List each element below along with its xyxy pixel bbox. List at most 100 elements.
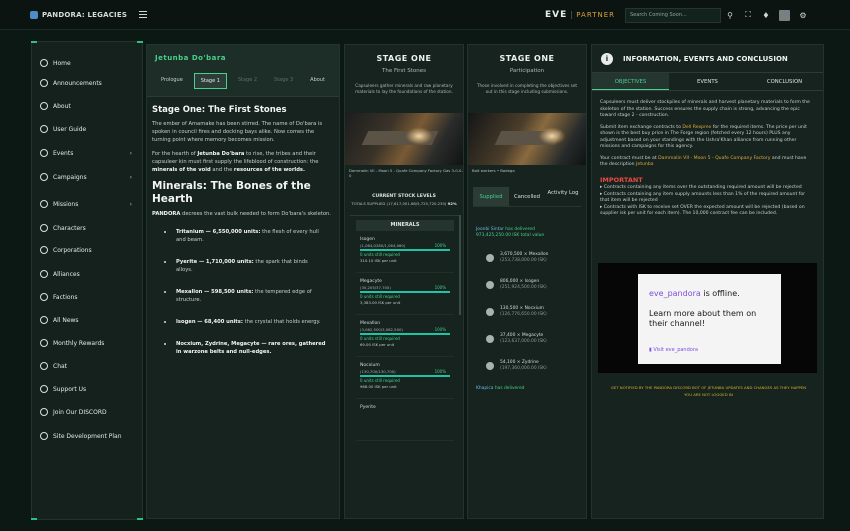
- station-image: [345, 113, 463, 165]
- news-icon: [40, 316, 48, 324]
- mineral-remaining: 0 units still required: [360, 378, 400, 383]
- menu-toggle-icon[interactable]: [139, 11, 148, 18]
- sidebar-item-characters[interactable]: Characters: [32, 219, 142, 237]
- search-input[interactable]: Search Coming Soon...: [625, 7, 721, 23]
- tab-events[interactable]: EVENTS: [669, 73, 746, 90]
- sidebar-item-label: Events: [53, 149, 74, 157]
- twitch-visit-link[interactable]: ▮ Visit eve_pandora: [649, 347, 698, 353]
- sidebar-item-announcements[interactable]: Announcements: [32, 74, 142, 92]
- sidebar-item-user-guide[interactable]: User Guide: [32, 120, 142, 138]
- tab-about[interactable]: About: [304, 73, 331, 89]
- twitch-embed[interactable]: eve_pandora is offline. Learn more about…: [598, 263, 817, 373]
- sidebar-item-campaigns[interactable]: Campaigns ›: [32, 168, 142, 186]
- mineral-quantity: (30,205/37,700): [360, 285, 391, 290]
- flag-icon: [40, 173, 48, 181]
- partner-label: PARTNER: [571, 11, 615, 19]
- minerals-table[interactable]: MINERALS Isogen (1,064,0280/1,064,060) 100…: [350, 215, 460, 515]
- info-tabs: OBJECTIVES EVENTS CONCLUSION: [592, 73, 823, 91]
- sidebar-item-label: Corporations: [53, 246, 92, 254]
- list-item: Nocxium, Zydrine, Megacyte — rare ores, …: [152, 340, 334, 356]
- mineral-row: Pyerite: [356, 399, 454, 441]
- tab-conclusion[interactable]: CONCLUSION: [746, 73, 823, 90]
- tab-prologue[interactable]: Prologue: [155, 73, 189, 89]
- mineral-name: Mexallon: [360, 321, 381, 326]
- sidebar-item-about[interactable]: About: [32, 97, 142, 115]
- sidebar-item-monthly-rewards[interactable]: Monthly Rewards: [32, 334, 142, 352]
- objectives-paragraph-1: Capsuleers must deliver stockpiles of mi…: [600, 100, 810, 118]
- sidebar-item-missions[interactable]: Missions ›: [32, 195, 142, 213]
- sidebar-item-support-us[interactable]: Support Us: [32, 380, 142, 398]
- mineral-percent: 100%: [434, 369, 446, 374]
- rule-item: ▸ Contracts containing any item supply a…: [600, 191, 806, 204]
- list-item: Isogen — 68,400 units: the crystal that …: [152, 318, 334, 326]
- sidebar-item-corporations[interactable]: Corporations: [32, 241, 142, 259]
- info-title: INFORMATION, EVENTS AND CONCLUSION: [623, 54, 788, 63]
- stock-title: CURRENT STOCK LEVELS: [372, 194, 436, 199]
- tab-supplied[interactable]: Supplied: [473, 187, 509, 206]
- mineral-quantity: (130,700/130,700): [360, 369, 396, 374]
- story-paragraph-2: For the hearth of Jetunba Do'bara to ris…: [152, 151, 319, 173]
- tab-objectives[interactable]: OBJECTIVES: [592, 73, 669, 90]
- calendar-icon: [40, 149, 48, 157]
- building-icon: [40, 246, 48, 254]
- stock-summary: TOTALS SUPPLIED (17,617,001.68/5,725,720…: [351, 201, 457, 206]
- minerals-heading: Minerals: The Bones of the Hearth: [152, 180, 311, 205]
- twitch-offline-card: eve_pandora is offline. Learn more about…: [638, 274, 781, 364]
- sidebar-item-chat[interactable]: Chat: [32, 357, 142, 375]
- brand-title: PANDORA: LEGACIES: [42, 10, 128, 19]
- eve-logo: EVE: [545, 10, 568, 20]
- search-icon[interactable]: ⚲: [721, 0, 739, 30]
- chevron-right-icon: ›: [129, 149, 132, 157]
- mineral-name: Nocxium: [360, 363, 380, 368]
- sidebar-item-events[interactable]: Events ›: [32, 144, 142, 162]
- chat-icon: [40, 362, 48, 370]
- sidebar-item-label: About: [53, 102, 71, 110]
- sidebar-item-label: Monthly Rewards: [53, 339, 105, 347]
- scrollbar[interactable]: [459, 215, 461, 315]
- sidebar-item-home[interactable]: Home: [32, 54, 142, 72]
- tab-stage-3[interactable]: Stage 3: [268, 73, 299, 89]
- bell-icon[interactable]: ♦: [757, 0, 775, 30]
- brand[interactable]: PANDORA: LEGACIES: [30, 10, 128, 19]
- tab-cancelled[interactable]: Cancelled: [509, 187, 545, 206]
- twitch-message: Learn more about them on their channel!: [649, 309, 757, 328]
- sidebar-item-label: Factions: [53, 293, 78, 301]
- fullscreen-icon[interactable]: ⛶: [739, 0, 757, 30]
- list-item: 806,000 × Isogen (251,924,500.00 ISK): [486, 277, 586, 293]
- mineral-percent: 100%: [434, 327, 446, 332]
- megaphone-icon: [40, 79, 48, 87]
- mineral-quantity: (3,062,500/3,062,500): [360, 327, 403, 332]
- sidebar-item-alliances[interactable]: Alliances: [32, 265, 142, 283]
- stage-title: STAGE ONE: [376, 54, 432, 63]
- sidebar-item-join-our-discord[interactable]: Join Our DISCORD: [32, 403, 142, 421]
- avatar[interactable]: [779, 9, 790, 21]
- image-caption: Bolt workers • Bodega: [472, 168, 515, 173]
- list-item: 37,400 × Megacyte (123,637,000.00 ISK): [486, 331, 586, 347]
- sidebar: Home Announcements About User Guide Events › C…: [31, 41, 143, 520]
- document-icon: [40, 432, 48, 440]
- mineral-price: 968.00 ISK per unit: [360, 384, 397, 389]
- list-item: 130,500 × Nocxium (126,776,650.00 ISK): [486, 304, 586, 320]
- twitch-status: eve_pandora is offline.: [649, 289, 740, 298]
- stage-subtitle: The First Stones: [381, 68, 427, 74]
- mineral-name: Isogen: [360, 237, 375, 242]
- story-title: Jetunba Do'bara: [155, 54, 227, 62]
- settings-icon[interactable]: ⚙: [794, 0, 812, 30]
- sidebar-item-all-news[interactable]: All News: [32, 311, 142, 329]
- mineral-row: Mexallon (3,062,500/3,062,500) 100% 0 units…: [356, 315, 454, 357]
- sidebar-item-factions[interactable]: Factions: [32, 288, 142, 306]
- story-panel: Jetunba Do'bara Prologue Stage 1 Stage 2…: [146, 44, 340, 519]
- sidebar-item-label: Join Our DISCORD: [53, 408, 107, 416]
- sidebar-item-label: All News: [53, 316, 79, 324]
- progress-bar: [360, 249, 450, 251]
- info-icon: [40, 102, 48, 110]
- delivery-summary-2: Khapica has delivered: [476, 386, 525, 391]
- sidebar-item-label: User Guide: [53, 125, 87, 133]
- mineral-price: 69.00 ISK per unit: [360, 342, 395, 347]
- tab-stage-2[interactable]: Stage 2: [232, 73, 263, 89]
- tab-activity-log[interactable]: Activity Log: [545, 187, 581, 206]
- tab-stage-1[interactable]: Stage 1: [193, 73, 227, 89]
- sidebar-item-label: Missions: [53, 200, 79, 208]
- sidebar-item-site-development-plan[interactable]: Site Development Plan: [32, 427, 142, 445]
- sidebar-item-label: Announcements: [53, 79, 102, 87]
